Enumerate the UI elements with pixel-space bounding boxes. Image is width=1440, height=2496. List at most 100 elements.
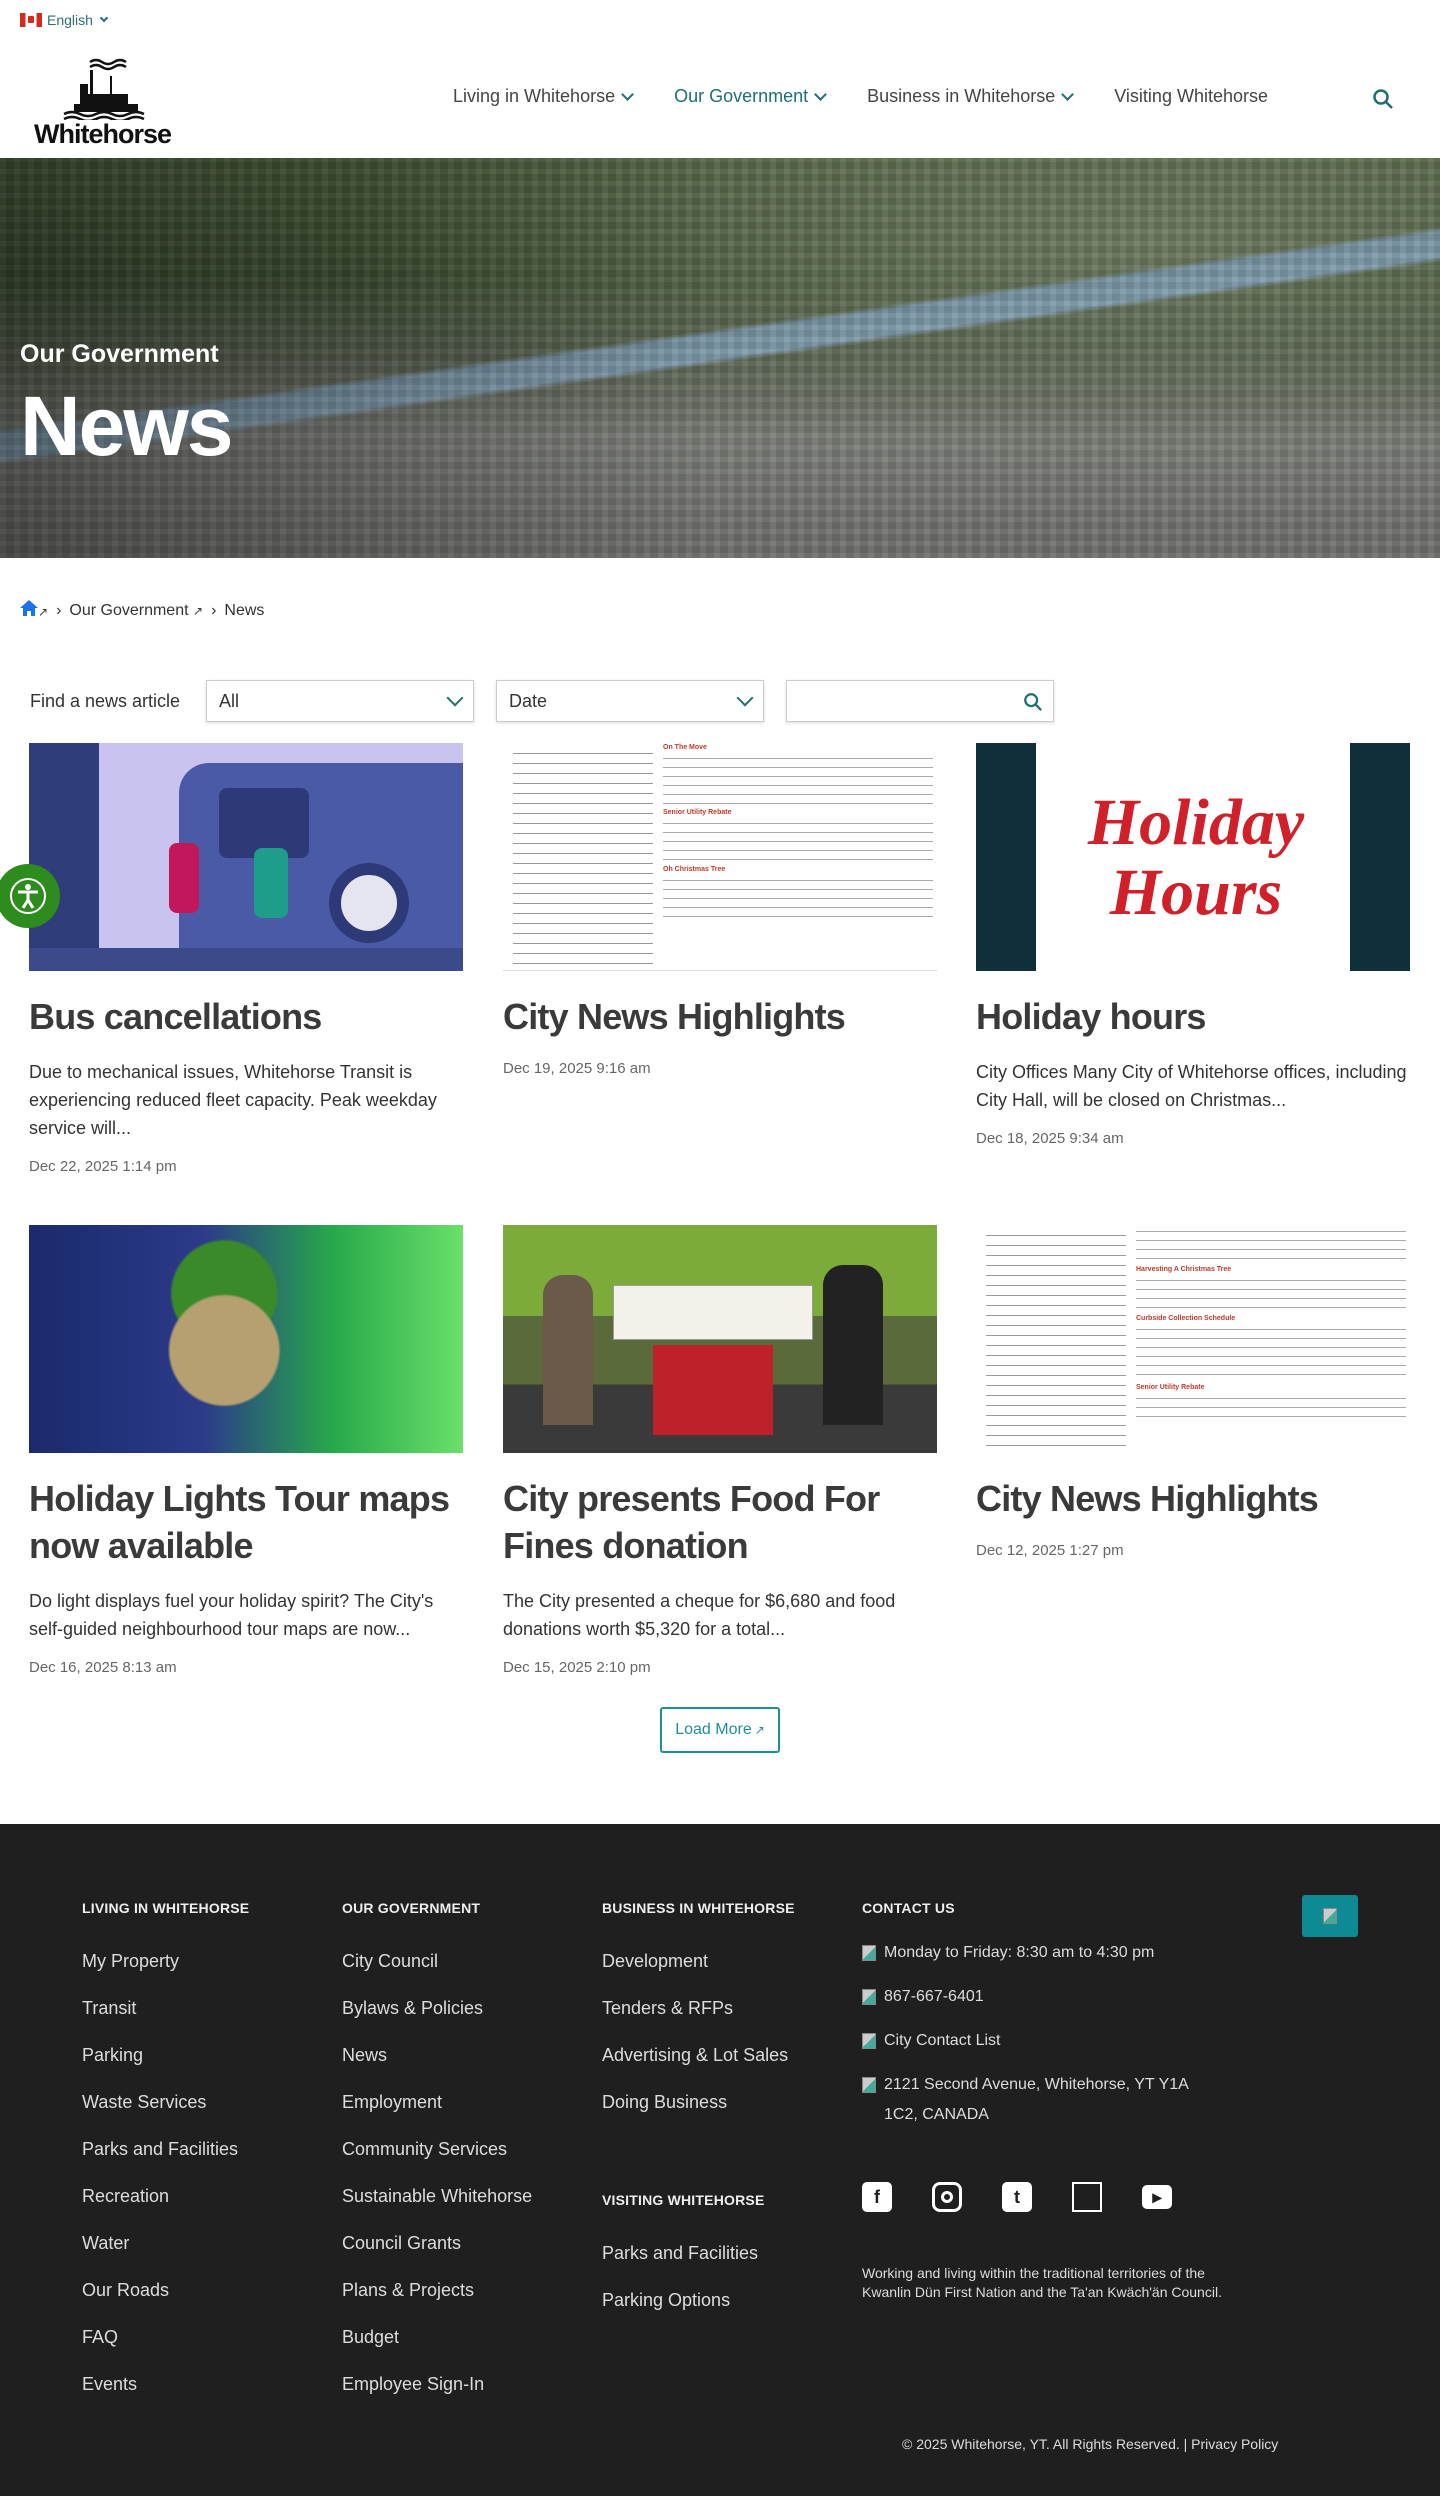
- search-icon[interactable]: [1372, 88, 1394, 110]
- article-title[interactable]: City News Highlights: [503, 993, 937, 1040]
- footer-link[interactable]: Parking: [82, 2032, 249, 2079]
- footer-link[interactable]: Advertising & Lot Sales: [602, 2032, 795, 2079]
- footer-heading: OUR GOVERNMENT: [342, 1900, 481, 1916]
- footer-link[interactable]: Parks and Facilities: [82, 2126, 249, 2173]
- footer-link[interactable]: Council Grants: [342, 2220, 532, 2267]
- footer-link[interactable]: My Property: [82, 1938, 249, 1985]
- footer-heading: VISITING WHITEHORSE: [602, 2192, 765, 2208]
- twitter-icon[interactable]: t: [1002, 2182, 1032, 2212]
- news-card[interactable]: Holiday Hours Holiday hours City Offices…: [976, 743, 1410, 1147]
- external-link-icon: ↗: [193, 603, 204, 618]
- news-card[interactable]: Bus cancellations Due to mechanical issu…: [29, 743, 463, 1175]
- article-title[interactable]: Holiday Lights Tour maps now available: [29, 1475, 463, 1569]
- article-title[interactable]: City News Highlights: [976, 1475, 1410, 1522]
- privacy-policy-link[interactable]: Privacy Policy: [1191, 2436, 1278, 2452]
- hero-subtitle: Our Government: [20, 340, 219, 368]
- instagram-icon[interactable]: [932, 2182, 962, 2212]
- nav-business-in-whitehorse[interactable]: Business in Whitehorse: [867, 86, 1075, 107]
- accessibility-icon: [10, 878, 46, 914]
- nav-our-government[interactable]: Our Government: [674, 86, 828, 107]
- filter-label: Find a news article: [30, 690, 181, 711]
- search-icon[interactable]: [1023, 692, 1043, 712]
- footer-link[interactable]: Plans & Projects: [342, 2267, 532, 2314]
- footer-link[interactable]: City Council: [342, 1938, 532, 1985]
- footer-link[interactable]: Development: [602, 1938, 795, 1985]
- footer-contact: CONTACT US Monday to Friday: 8:30 am to …: [862, 1900, 1222, 2144]
- footer-link[interactable]: Parks and Facilities: [602, 2230, 764, 2277]
- breadcrumb: ↗ › Our Government ↗ › News: [20, 600, 264, 621]
- nav-visiting-whitehorse[interactable]: Visiting Whitehorse: [1114, 86, 1268, 107]
- footer-heading: LIVING IN WHITEHORSE: [82, 1900, 250, 1916]
- footer-link[interactable]: Our Roads: [82, 2267, 249, 2314]
- footer-column-government: OUR GOVERNMENT City Council Bylaws & Pol…: [342, 1900, 532, 2408]
- nav-label: Visiting Whitehorse: [1114, 86, 1268, 106]
- footer-link[interactable]: Parking Options: [602, 2277, 764, 2324]
- bus-image: [29, 743, 463, 971]
- contact-phone[interactable]: 867-667-6401: [862, 1982, 1222, 2012]
- news-card[interactable]: Holiday Lights Tour maps now available D…: [29, 1225, 463, 1676]
- article-date: Dec 19, 2025 9:16 am: [503, 1060, 651, 1077]
- footer-link[interactable]: Doing Business: [602, 2079, 795, 2126]
- chevron-down-icon: [621, 87, 634, 101]
- footer-link[interactable]: Bylaws & Policies: [342, 1985, 532, 2032]
- footer-column-living: LIVING IN WHITEHORSE My Property Transit…: [82, 1900, 249, 2408]
- news-search-input[interactable]: [786, 680, 1054, 722]
- article-excerpt: The City presented a cheque for $6,680 a…: [503, 1591, 896, 1639]
- sort-select[interactable]: Date: [496, 680, 764, 722]
- external-link-icon: ↗: [38, 605, 49, 619]
- news-card[interactable]: Harvesting A Christmas Tree Curbside Col…: [976, 1225, 1410, 1559]
- news-card[interactable]: City presents Food For Fines donation Th…: [503, 1225, 937, 1676]
- chevron-down-icon: [446, 689, 464, 707]
- footer-heading: BUSINESS IN WHITEHORSE: [602, 1900, 795, 1916]
- social-broken-image-icon[interactable]: [1072, 2182, 1102, 2212]
- footer-action-button[interactable]: [1302, 1895, 1358, 1937]
- load-more-button[interactable]: Load More ↗: [660, 1707, 780, 1753]
- footer-link[interactable]: Events: [82, 2361, 249, 2408]
- article-title[interactable]: Holiday hours: [976, 993, 1410, 1040]
- footer-link[interactable]: Employee Sign-In: [342, 2361, 532, 2408]
- footer-link[interactable]: Community Services: [342, 2126, 532, 2173]
- footer-link[interactable]: FAQ: [82, 2314, 249, 2361]
- canada-flag-icon: [20, 13, 42, 27]
- footer: LIVING IN WHITEHORSE My Property Transit…: [0, 1824, 1440, 2496]
- logo[interactable]: Whitehorse: [34, 58, 186, 150]
- facebook-icon[interactable]: f: [862, 2182, 892, 2212]
- footer-link[interactable]: Transit: [82, 1985, 249, 2032]
- location-icon: [862, 2077, 876, 2093]
- phone-icon: [862, 1989, 876, 2005]
- contact-list-link[interactable]: City Contact List: [862, 2026, 1222, 2056]
- youtube-icon[interactable]: ▸: [1142, 2185, 1172, 2209]
- nav-label: Our Government: [674, 86, 809, 106]
- article-date: Dec 18, 2025 9:34 am: [976, 1130, 1124, 1147]
- footer-link[interactable]: Recreation: [82, 2173, 249, 2220]
- contact-hours: Monday to Friday: 8:30 am to 4:30 pm: [862, 1938, 1222, 1968]
- nav-living-in-whitehorse[interactable]: Living in Whitehorse: [453, 86, 634, 107]
- breadcrumb-current: News: [224, 601, 265, 619]
- article-date: Dec 16, 2025 8:13 am: [29, 1659, 177, 1676]
- breadcrumb-home[interactable]: ↗: [20, 600, 48, 621]
- footer-link[interactable]: News: [342, 2032, 532, 2079]
- holiday-lights-photo: [29, 1225, 463, 1453]
- breadcrumb-our-government[interactable]: Our Government ↗: [69, 602, 203, 620]
- article-title[interactable]: City presents Food For Fines donation: [503, 1475, 937, 1569]
- category-select[interactable]: All: [206, 680, 474, 722]
- footer-link[interactable]: Budget: [342, 2314, 532, 2361]
- footer-link[interactable]: Waste Services: [82, 2079, 249, 2126]
- language-selector[interactable]: English: [20, 12, 109, 28]
- main-nav: Living in Whitehorse Our Government Busi…: [453, 86, 1310, 107]
- contacts-icon: [862, 2033, 876, 2049]
- article-title[interactable]: Bus cancellations: [29, 993, 463, 1040]
- chevron-right-icon: ›: [211, 601, 217, 619]
- footer-link[interactable]: Sustainable Whitehorse: [342, 2173, 532, 2220]
- footer-heading: CONTACT US: [862, 1900, 955, 1916]
- holiday-hours-image: Holiday Hours: [976, 743, 1410, 971]
- news-card[interactable]: On The Move Senior Utility Rebate Oh Chr…: [503, 743, 937, 1077]
- article-date: Dec 22, 2025 1:14 pm: [29, 1158, 177, 1175]
- newsletter-image: On The Move Senior Utility Rebate Oh Chr…: [503, 743, 937, 971]
- article-excerpt: City Offices Many City of Whitehorse off…: [976, 1062, 1407, 1110]
- footer-link[interactable]: Water: [82, 2220, 249, 2267]
- footer-link[interactable]: Tenders & RFPs: [602, 1985, 795, 2032]
- chevron-down-icon: [1061, 87, 1075, 101]
- footer-link[interactable]: Employment: [342, 2079, 532, 2126]
- nav-label: Business in Whitehorse: [867, 86, 1056, 106]
